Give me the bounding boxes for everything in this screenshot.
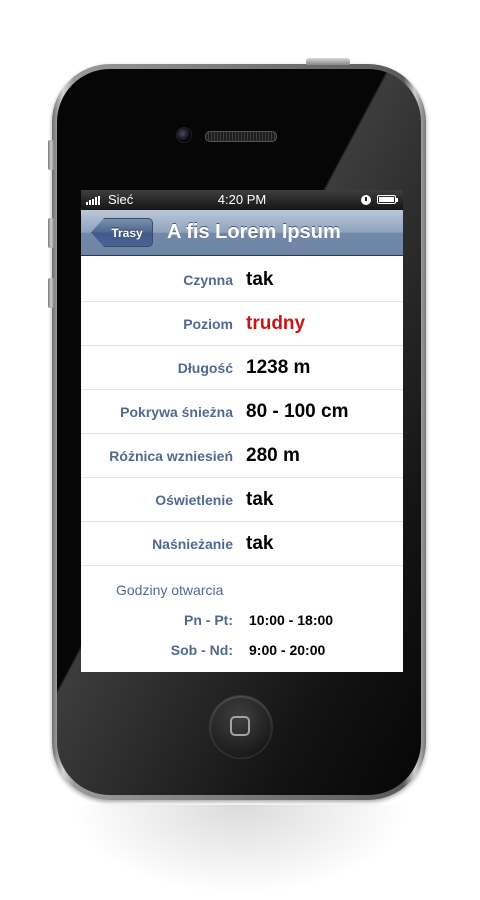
phone-screen: Sieć 4:20 PM Trasy A fis Lorem Ipsum Czy…: [81, 190, 403, 672]
detail-value: trudny: [246, 313, 306, 334]
status-time: 4:20 PM: [217, 192, 267, 207]
volume-down-button[interactable]: [48, 278, 54, 308]
detail-row-roznica: Różnica wzniesień 280 m: [81, 434, 403, 478]
detail-label: Naśnieżanie: [152, 536, 233, 552]
hours-label: Pn - Pt:: [184, 612, 233, 628]
detail-label: Długość: [177, 360, 233, 376]
back-button[interactable]: Trasy: [91, 218, 153, 247]
detail-value: tak: [246, 533, 274, 554]
detail-row-dlugosc: Długość 1238 m: [81, 346, 403, 390]
home-square-icon: [230, 716, 250, 736]
navigation-bar: Trasy A fis Lorem Ipsum: [81, 210, 403, 256]
hours-label: Sob - Nd:: [170, 642, 233, 658]
hours-row-weekdays: Pn - Pt: 10:00 - 18:00: [81, 605, 403, 635]
detail-label: Oświetlenie: [155, 492, 233, 508]
detail-value: 80 - 100 cm: [246, 401, 349, 422]
volume-up-button[interactable]: [48, 218, 54, 248]
status-bar: Sieć 4:20 PM: [81, 190, 403, 210]
power-button[interactable]: [306, 58, 350, 65]
battery-icon: [377, 195, 398, 204]
detail-value: 1238 m: [246, 357, 311, 378]
hours-value: 9:00 - 20:00: [249, 642, 326, 658]
phone-reflection: [70, 805, 410, 895]
detail-value: tak: [246, 269, 274, 290]
home-button[interactable]: [210, 696, 272, 758]
detail-label: Różnica wzniesień: [109, 448, 233, 464]
hours-value: 10:00 - 18:00: [249, 612, 334, 628]
detail-value: tak: [246, 489, 274, 510]
mute-switch[interactable]: [48, 140, 54, 170]
detail-label: Czynna: [183, 272, 233, 288]
earpiece-speaker: [205, 131, 277, 142]
detail-row-oswietlenie: Oświetlenie tak: [81, 478, 403, 522]
front-camera: [176, 127, 192, 143]
page-title: A fis Lorem Ipsum: [167, 221, 341, 243]
detail-row-czynna: Czynna tak: [81, 258, 403, 302]
detail-value: 280 m: [246, 445, 300, 466]
detail-label: Pokrywa śnieżna: [120, 404, 233, 420]
clock-icon: [361, 195, 371, 205]
hours-title: Godziny otwarcia: [116, 582, 224, 598]
hours-row-weekend: Sob - Nd: 9:00 - 20:00: [81, 635, 403, 665]
detail-label: Poziom: [183, 316, 233, 332]
detail-row-pokrywa: Pokrywa śnieżna 80 - 100 cm: [81, 390, 403, 434]
detail-row-poziom: Poziom trudny: [81, 302, 403, 346]
detail-row-naśnieżanie: Naśnieżanie tak: [81, 522, 403, 566]
